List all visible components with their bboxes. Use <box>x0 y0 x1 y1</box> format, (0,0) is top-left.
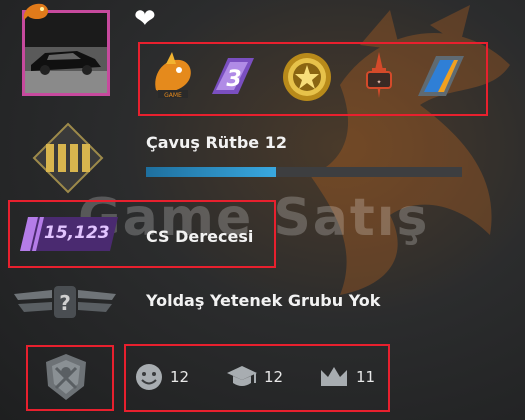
graduation-cap-icon <box>227 366 257 386</box>
xp-progress-fill <box>146 167 276 177</box>
service-medal-icon[interactable] <box>40 352 92 402</box>
sword-badge-icon[interactable]: ✦ <box>352 50 406 104</box>
dragon-badge-icon[interactable]: GAME <box>146 50 200 104</box>
svg-text:?: ? <box>59 291 71 315</box>
favorite-heart-icon[interactable]: ❤ <box>134 6 156 32</box>
leader-commendation[interactable]: 11 <box>318 362 375 392</box>
friendly-commendation[interactable]: 12 <box>134 362 189 392</box>
cs-rating-label: CS Derecesi <box>146 227 254 246</box>
rank-chevron-icon <box>32 122 104 194</box>
xp-progress-bar <box>146 167 462 177</box>
rank-title: Çavuş Rütbe 12 <box>146 133 287 152</box>
skill-group-icon: ? <box>14 286 116 318</box>
pin-badge-icon[interactable] <box>414 50 468 104</box>
teacher-commendation[interactable]: 12 <box>226 362 283 392</box>
cs-rating-value: 15,123 <box>44 223 110 243</box>
dragon-logo-icon <box>23 3 49 20</box>
teacher-count: 12 <box>264 368 284 386</box>
coin-badge-icon[interactable] <box>280 50 334 104</box>
crown-icon <box>321 367 347 386</box>
avatar-car-image <box>25 13 107 93</box>
svg-text:3: 3 <box>226 67 241 92</box>
smiley-icon <box>136 364 162 390</box>
leader-count: 11 <box>356 368 376 386</box>
svg-text:GAME: GAME <box>164 92 182 99</box>
svg-text:✦: ✦ <box>376 79 381 86</box>
skill-group-label: Yoldaş Yetenek Grubu Yok <box>146 291 381 310</box>
friendly-count: 12 <box>170 368 190 386</box>
operation-badge-icon[interactable]: 3 <box>206 50 260 104</box>
